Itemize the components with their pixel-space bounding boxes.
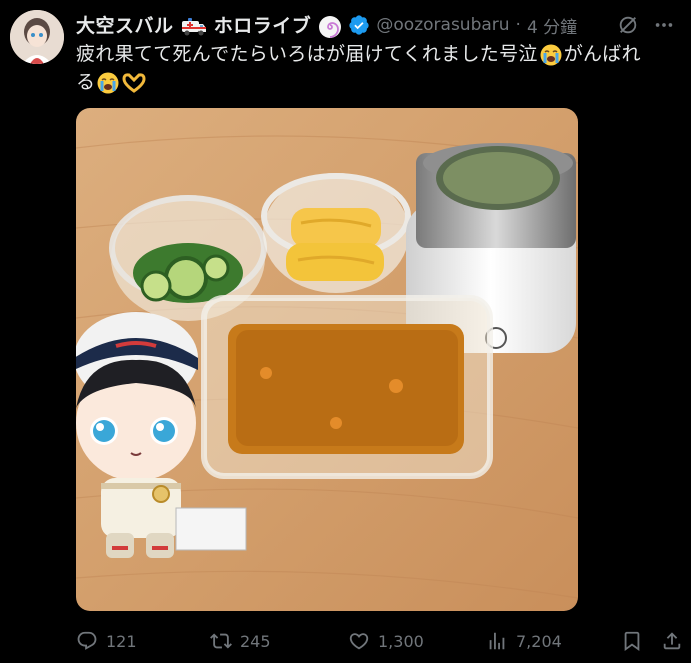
share-button[interactable] bbox=[661, 626, 683, 656]
like-button[interactable]: 1,300 bbox=[348, 626, 424, 656]
reply-icon bbox=[77, 631, 97, 650]
bookmark-icon bbox=[624, 631, 640, 652]
ambulance-emoji bbox=[181, 17, 206, 36]
views-icon bbox=[489, 632, 505, 650]
display-name[interactable]: 大空スバル ホロライブ bbox=[76, 11, 342, 39]
swirl-emoji bbox=[319, 15, 342, 38]
share-icon bbox=[663, 632, 681, 650]
tweet-header: 大空スバル ホロライブ @oozorasubaru · 4 分鐘 bbox=[76, 12, 675, 38]
tweet: 大空スバル ホロライブ @oozorasubaru · 4 分鐘 疲れ果てて死ん… bbox=[0, 0, 691, 663]
reply-button[interactable]: 121 bbox=[76, 626, 137, 656]
views-button[interactable]: 7,204 bbox=[486, 626, 562, 656]
display-name-text: 大空スバル bbox=[76, 15, 174, 38]
separator-dot: · bbox=[515, 15, 521, 35]
tweet-photo[interactable] bbox=[76, 108, 578, 611]
tweet-text-line2: る bbox=[76, 71, 96, 93]
like-icon bbox=[349, 633, 369, 650]
like-count: 1,300 bbox=[378, 631, 424, 651]
display-name-text-2: ホロライブ bbox=[213, 15, 312, 38]
user-handle[interactable]: @oozorasubaru bbox=[376, 15, 509, 35]
verified-icon[interactable] bbox=[348, 14, 370, 36]
retweet-count: 245 bbox=[240, 631, 271, 651]
timestamp[interactable]: 4 分鐘 bbox=[527, 13, 577, 38]
retweet-icon bbox=[210, 633, 232, 649]
bookmark-button[interactable] bbox=[621, 626, 643, 656]
retweet-button[interactable]: 245 bbox=[210, 626, 271, 656]
heart-hands-emoji bbox=[122, 72, 146, 93]
header-actions bbox=[617, 14, 675, 36]
avatar[interactable] bbox=[10, 10, 64, 64]
reply-count: 121 bbox=[106, 631, 137, 651]
tweet-text-main: 疲れ果てて死んでたらいろはが届けてくれました号泣 bbox=[76, 43, 538, 65]
grok-icon[interactable] bbox=[617, 14, 639, 36]
tweet-text: 疲れ果てて死んでたらいろはが届けてくれました号泣 がんばれ る bbox=[76, 40, 676, 96]
more-icon[interactable] bbox=[653, 14, 675, 36]
view-count: 7,204 bbox=[516, 631, 562, 651]
crying-emoji bbox=[540, 44, 562, 65]
action-bar: 121 245 1,300 7,204 bbox=[76, 626, 686, 656]
tweet-text-tail: がんばれ bbox=[563, 43, 641, 65]
crying-emoji-2 bbox=[97, 72, 119, 93]
